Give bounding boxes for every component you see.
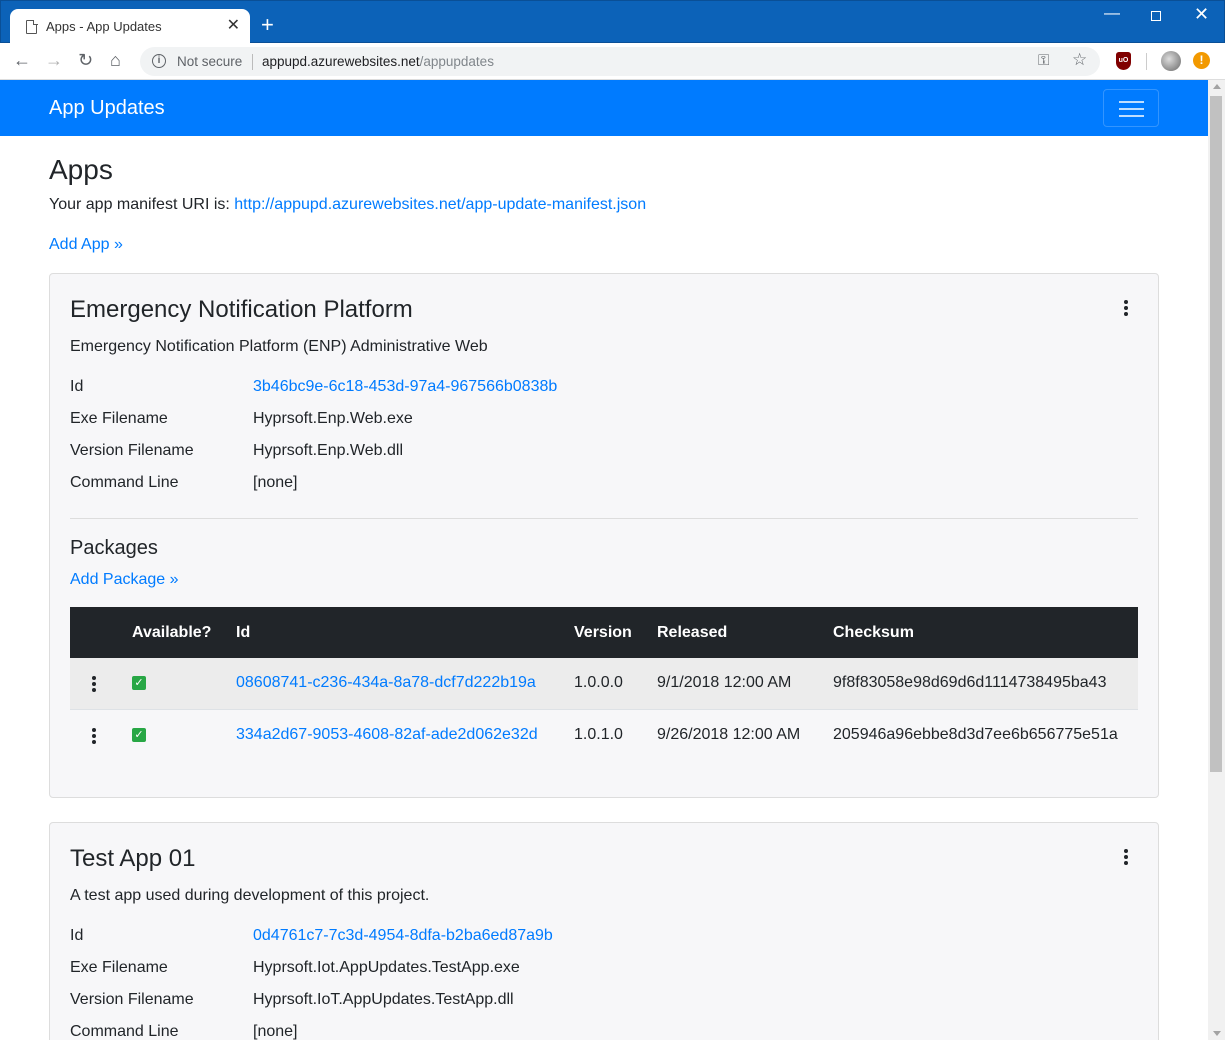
app-menu-icon[interactable]: [1116, 847, 1136, 867]
ublock-extension-icon[interactable]: uO: [1116, 52, 1131, 70]
app-menu-icon[interactable]: [1116, 298, 1136, 318]
navbar-toggler-button[interactable]: [1103, 89, 1159, 127]
scroll-thumb[interactable]: [1210, 96, 1222, 772]
exe-label: Exe Filename: [70, 959, 168, 976]
address-bar[interactable]: i Not secure appupd.azurewebsites.net/ap…: [140, 47, 1100, 76]
cmd-value: [none]: [253, 474, 298, 491]
info-icon[interactable]: i: [152, 54, 166, 68]
manifest-prefix: Your app manifest URI is:: [49, 196, 235, 213]
package-checksum: 9f8f83058e98d69d6d1114738495ba43: [833, 674, 1107, 691]
col-version: Version: [574, 624, 632, 641]
home-icon[interactable]: ⌂: [110, 50, 121, 70]
navbar: App Updates: [0, 80, 1208, 136]
navbar-brand[interactable]: App Updates: [49, 97, 165, 120]
id-label: Id: [70, 378, 84, 395]
id-label: Id: [70, 927, 84, 944]
page-icon: [26, 19, 38, 34]
hamburger-icon-bar: [1119, 108, 1144, 110]
table-row: ✓ 334a2d67-9053-4608-82af-ade2d062e32d 1…: [70, 710, 1138, 762]
window-close-icon[interactable]: ✕: [1194, 4, 1209, 25]
exe-value: Hyprsoft.Enp.Web.exe: [253, 410, 413, 427]
cmd-value: [none]: [253, 1023, 298, 1040]
divider: [252, 54, 253, 70]
reload-icon[interactable]: ↻: [78, 50, 93, 70]
back-icon[interactable]: ←: [13, 50, 31, 70]
add-app-link[interactable]: Add App »: [49, 236, 123, 254]
manifest-url-link[interactable]: http://appupd.azurewebsites.net/app-upda…: [234, 196, 646, 213]
available-checkbox: ✓: [132, 728, 146, 742]
table-header: Available? Id Version Released Checksum: [70, 607, 1138, 658]
package-checksum: 205946a96ebbe8d3d7ee6b656775e51a: [833, 726, 1118, 743]
package-version: 1.0.1.0: [574, 726, 623, 743]
package-released: 9/1/2018 12:00 AM: [657, 674, 792, 691]
app-description: A test app used during development of th…: [70, 887, 430, 904]
app-name: Test App 01: [70, 845, 196, 872]
table-row: ✓ 08608741-c236-434a-8a78-dcf7d222b19a 1…: [70, 658, 1138, 710]
cmd-label: Command Line: [70, 1023, 179, 1040]
url-host: appupd.azurewebsites.net: [262, 54, 420, 69]
version-value: Hyprsoft.Enp.Web.dll: [253, 442, 403, 459]
browser-toolbar: ← → ↻ ⌂ i Not secure appupd.azurewebsite…: [0, 43, 1225, 80]
package-version: 1.0.0.0: [574, 674, 623, 691]
add-package-link[interactable]: Add Package »: [70, 571, 179, 589]
package-id-link[interactable]: 334a2d67-9053-4608-82af-ade2d062e32d: [236, 726, 538, 744]
scroll-down-icon[interactable]: [1213, 1031, 1221, 1036]
col-released: Released: [657, 624, 728, 641]
close-tab-icon[interactable]: ✕: [227, 16, 240, 36]
divider: [70, 518, 1138, 519]
maximize-icon[interactable]: [1151, 11, 1161, 21]
app-id-link[interactable]: 3b46bc9e-6c18-453d-97a4-967566b0838b: [253, 378, 557, 396]
manifest-line: Your app manifest URI is: http://appupd.…: [49, 196, 646, 214]
profile-avatar[interactable]: [1161, 51, 1181, 71]
exe-label: Exe Filename: [70, 410, 168, 427]
row-menu-icon[interactable]: [84, 726, 104, 746]
page-viewport: App Updates Apps Your app manifest URI i…: [0, 80, 1208, 1040]
tab-title: Apps - App Updates: [46, 19, 162, 34]
url-text[interactable]: appupd.azurewebsites.net/appupdates: [262, 54, 494, 69]
url-path: /appupdates: [419, 54, 494, 69]
version-value: Hyprsoft.IoT.AppUpdates.TestApp.dll: [253, 991, 514, 1008]
row-menu-icon[interactable]: [84, 674, 104, 694]
hamburger-icon-bar: [1119, 115, 1144, 117]
app-name: Emergency Notification Platform: [70, 296, 413, 323]
col-available: Available?: [132, 624, 212, 641]
minimize-icon[interactable]: —: [1104, 5, 1120, 23]
available-checkbox: ✓: [132, 676, 146, 690]
bookmark-star-icon[interactable]: ☆: [1072, 50, 1087, 70]
browser-update-icon[interactable]: !: [1193, 52, 1210, 69]
cmd-label: Command Line: [70, 474, 179, 491]
browser-titlebar: Apps - App Updates ✕ + — ✕: [0, 0, 1225, 44]
new-tab-button[interactable]: +: [261, 14, 274, 36]
package-id-link[interactable]: 08608741-c236-434a-8a78-dcf7d222b19a: [236, 674, 536, 692]
browser-tab[interactable]: Apps - App Updates ✕: [10, 9, 250, 44]
key-icon[interactable]: ⚿: [1038, 52, 1049, 69]
scroll-up-icon[interactable]: [1213, 84, 1221, 89]
security-label[interactable]: Not secure: [177, 54, 242, 69]
app-id-link[interactable]: 0d4761c7-7c3d-4954-8dfa-b2ba6ed87a9b: [253, 927, 553, 945]
forward-icon[interactable]: →: [45, 50, 63, 70]
packages-heading: Packages: [70, 537, 158, 559]
version-label: Version Filename: [70, 442, 194, 459]
hamburger-icon-bar: [1119, 101, 1144, 103]
col-id: Id: [236, 624, 251, 641]
package-released: 9/26/2018 12:00 AM: [657, 726, 801, 743]
page-title: Apps: [49, 154, 113, 185]
app-card: Test App 01 A test app used during devel…: [49, 822, 1159, 1040]
version-label: Version Filename: [70, 991, 194, 1008]
col-checksum: Checksum: [833, 624, 914, 641]
packages-table: Available? Id Version Released Checksum …: [70, 607, 1138, 762]
app-description: Emergency Notification Platform (ENP) Ad…: [70, 338, 488, 355]
app-card: Emergency Notification Platform Emergenc…: [49, 273, 1159, 798]
divider: [1146, 53, 1147, 70]
exe-value: Hyprsoft.Iot.AppUpdates.TestApp.exe: [253, 959, 520, 976]
vertical-scrollbar[interactable]: [1208, 80, 1225, 1040]
